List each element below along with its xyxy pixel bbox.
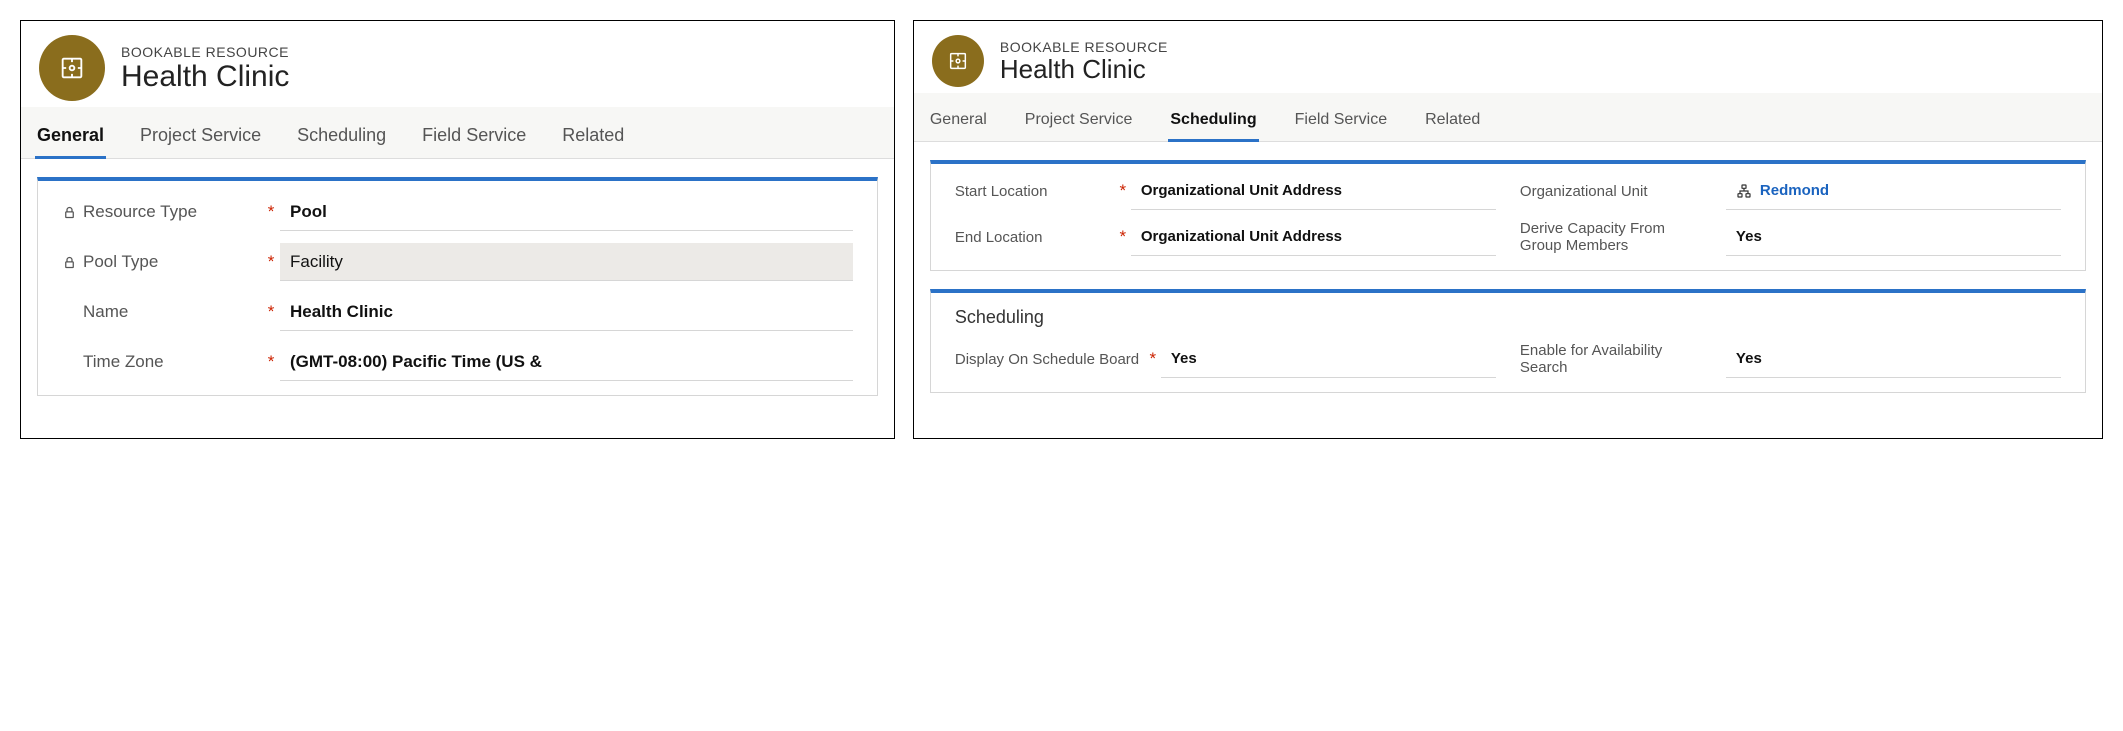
label-enable-availability: Enable for Availability Search [1520, 342, 1710, 376]
section-title-scheduling: Scheduling [931, 293, 2085, 332]
label-name: Name [62, 302, 262, 322]
field-enable-availability: Enable for Availability Search Yes [1520, 332, 2061, 378]
location-card: Start Location * Organizational Unit Add… [930, 160, 2086, 271]
field-derive-capacity: Derive Capacity From Group Members Yes [1520, 210, 2061, 256]
tab-scheduling[interactable]: Scheduling [1168, 105, 1258, 142]
value-end-location[interactable]: Organizational Unit Address [1131, 218, 1496, 256]
tab-field-service[interactable]: Field Service [1293, 105, 1389, 142]
required-marker: * [262, 302, 280, 322]
required-marker: * [1115, 181, 1131, 201]
puzzle-icon [58, 54, 86, 82]
tab-project-service[interactable]: Project Service [138, 119, 263, 159]
form-header: BOOKABLE RESOURCE Health Clinic [914, 21, 2102, 93]
label-pool-type: Pool Type [62, 252, 262, 272]
field-time-zone: Time Zone * (GMT-08:00) Pacific Time (US… [62, 331, 853, 381]
label-text: Name [83, 302, 128, 322]
entity-type-label: BOOKABLE RESOURCE [121, 44, 289, 60]
field-display-on-board: Display On Schedule Board * Yes [955, 332, 1496, 378]
puzzle-icon [947, 50, 969, 72]
field-org-unit: Organizational Unit Redmond [1520, 164, 2061, 210]
value-display-on-board[interactable]: Yes [1161, 340, 1496, 378]
hierarchy-icon [1736, 183, 1752, 199]
form-header: BOOKABLE RESOURCE Health Clinic [21, 21, 894, 107]
tab-bar: General Project Service Scheduling Field… [21, 107, 894, 159]
entity-avatar [932, 35, 984, 87]
value-resource-type[interactable]: Pool [280, 193, 853, 231]
value-org-unit[interactable]: Redmond [1726, 172, 2061, 210]
required-marker: * [262, 252, 280, 272]
tab-related[interactable]: Related [1423, 105, 1482, 142]
value-start-location[interactable]: Organizational Unit Address [1131, 172, 1496, 210]
field-pool-type: Pool Type * Facility [62, 231, 853, 281]
value-pool-type[interactable]: Facility [280, 243, 853, 281]
label-text: Time Zone [83, 352, 164, 372]
scheduling-card: Scheduling Display On Schedule Board * Y… [930, 289, 2086, 393]
value-enable-availability[interactable]: Yes [1726, 340, 2061, 378]
required-marker: * [262, 352, 280, 372]
entity-name: Health Clinic [121, 60, 289, 93]
tab-general[interactable]: General [928, 105, 989, 142]
org-unit-link-text: Redmond [1760, 182, 1829, 199]
entity-type-label: BOOKABLE RESOURCE [1000, 39, 1168, 55]
lock-icon [62, 205, 77, 220]
header-text: BOOKABLE RESOURCE Health Clinic [1000, 39, 1168, 84]
tab-body-general: Resource Type * Pool Pool Type * Facilit… [21, 159, 894, 438]
label-end-location: End Location [955, 229, 1115, 246]
tab-related[interactable]: Related [560, 119, 626, 159]
entity-name: Health Clinic [1000, 55, 1168, 84]
label-time-zone: Time Zone [62, 352, 262, 372]
tab-body-scheduling: Start Location * Organizational Unit Add… [914, 142, 2102, 435]
entity-avatar [39, 35, 105, 101]
label-resource-type: Resource Type [62, 202, 262, 222]
value-derive-capacity[interactable]: Yes [1726, 218, 2061, 256]
tab-project-service[interactable]: Project Service [1023, 105, 1135, 142]
header-text: BOOKABLE RESOURCE Health Clinic [121, 44, 289, 93]
general-card: Resource Type * Pool Pool Type * Facilit… [37, 177, 878, 396]
required-marker: * [1145, 349, 1161, 369]
tab-general[interactable]: General [35, 119, 106, 159]
label-text: Resource Type [83, 202, 197, 222]
field-start-location: Start Location * Organizational Unit Add… [955, 164, 1496, 210]
field-end-location: End Location * Organizational Unit Addre… [955, 210, 1496, 256]
form-panel-scheduling: BOOKABLE RESOURCE Health Clinic General … [913, 20, 2103, 439]
required-marker: * [262, 202, 280, 222]
label-org-unit: Organizational Unit [1520, 183, 1710, 200]
tab-bar: General Project Service Scheduling Field… [914, 93, 2102, 142]
label-display-on-board: Display On Schedule Board [955, 351, 1145, 368]
field-resource-type: Resource Type * Pool [62, 181, 853, 231]
form-panel-general: BOOKABLE RESOURCE Health Clinic General … [20, 20, 895, 439]
tab-field-service[interactable]: Field Service [420, 119, 528, 159]
label-derive-capacity: Derive Capacity From Group Members [1520, 220, 1710, 254]
value-time-zone[interactable]: (GMT-08:00) Pacific Time (US & [280, 343, 853, 381]
label-start-location: Start Location [955, 183, 1115, 200]
field-name: Name * Health Clinic [62, 281, 853, 331]
required-marker: * [1115, 227, 1131, 247]
tab-scheduling[interactable]: Scheduling [295, 119, 388, 159]
label-text: Pool Type [83, 252, 158, 272]
value-name[interactable]: Health Clinic [280, 293, 853, 331]
lock-icon [62, 255, 77, 270]
